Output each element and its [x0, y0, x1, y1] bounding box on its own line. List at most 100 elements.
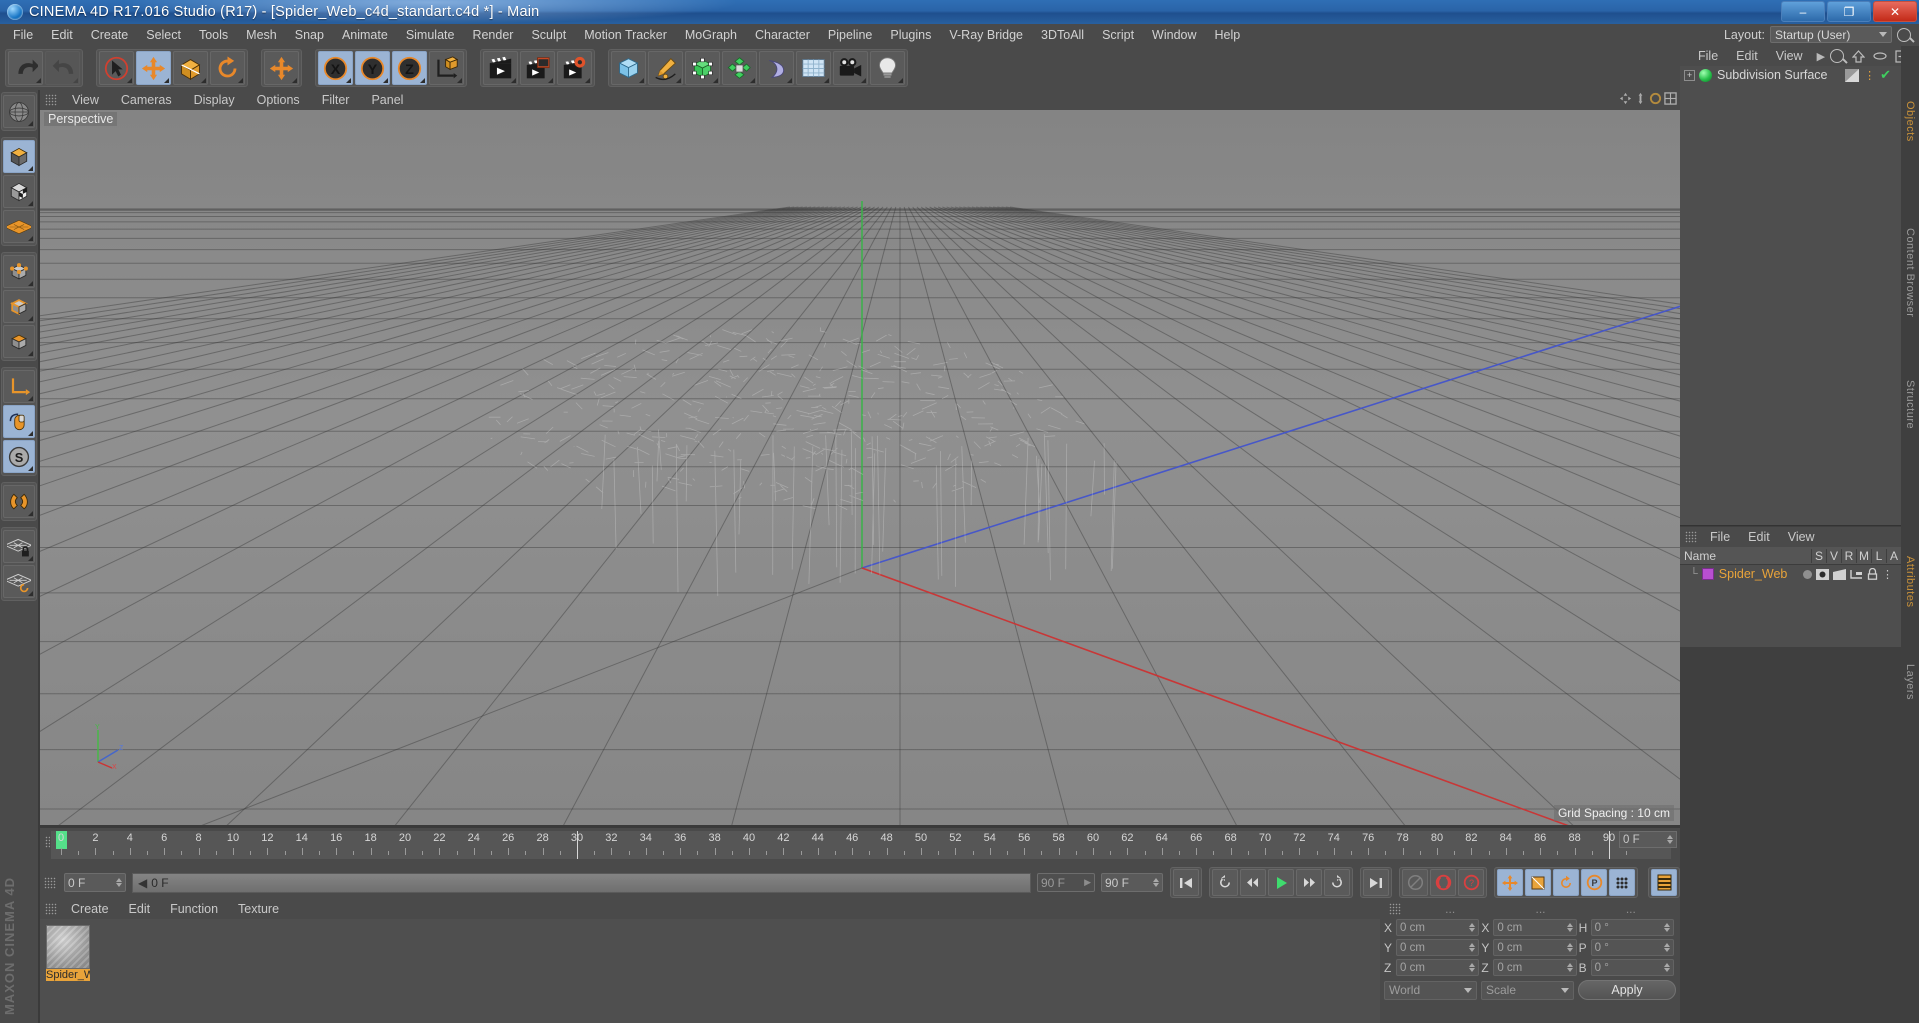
viewport-menu-cameras[interactable]: Cameras [110, 90, 183, 110]
material-menu-create[interactable]: Create [61, 899, 119, 919]
material-item[interactable]: Spider_W [46, 925, 90, 981]
up-arrow-icon[interactable] [1852, 49, 1866, 63]
lock-z-button[interactable]: Z [392, 51, 427, 85]
points-mode-button[interactable] [3, 255, 35, 288]
autokeying-button[interactable]: ? [1458, 869, 1484, 896]
move-view-icon[interactable] [1619, 92, 1632, 105]
menu-item-edit[interactable]: Edit [42, 24, 82, 46]
menu-item-simulate[interactable]: Simulate [397, 24, 464, 46]
spinner-icon[interactable] [1566, 963, 1573, 972]
menu-item-script[interactable]: Script [1093, 24, 1143, 46]
scale-view-icon[interactable] [1634, 92, 1647, 105]
viewport-menu-display[interactable]: Display [183, 90, 246, 110]
spinner-icon[interactable] [116, 878, 122, 887]
autokey-button[interactable] [1402, 869, 1428, 896]
workplane-rotate-button[interactable] [3, 565, 35, 598]
move-button[interactable] [136, 51, 171, 85]
lock-y-button[interactable]: Y [355, 51, 390, 85]
timeline-ruler[interactable]: 0246810121416182022242628303234363840424… [50, 830, 1672, 860]
menu-item-mograph[interactable]: MoGraph [676, 24, 746, 46]
panel-grip-icon[interactable] [1685, 531, 1697, 543]
visible-flag-icon[interactable] [1816, 568, 1829, 580]
menu-item-animate[interactable]: Animate [333, 24, 397, 46]
layout-dropdown[interactable]: Startup (User) [1770, 26, 1892, 43]
coord-field-size-0[interactable]: 0 cm [1493, 919, 1577, 936]
spinner-icon[interactable] [1667, 835, 1673, 844]
magnet-button[interactable] [3, 485, 35, 518]
coord-field-rotation-0[interactable]: 0 ° [1590, 919, 1674, 936]
add-deformer-button[interactable] [759, 51, 794, 85]
attributes-tab[interactable]: Attributes [1901, 527, 1919, 637]
play-reverse-loop-button[interactable] [1212, 869, 1238, 896]
spinner-icon[interactable] [1663, 923, 1670, 932]
material-thumbnail[interactable] [46, 925, 90, 969]
ellipse-icon[interactable] [1873, 51, 1887, 61]
material-menu-edit[interactable]: Edit [119, 899, 161, 919]
material-menu-texture[interactable]: Texture [228, 899, 289, 919]
preview-end-field[interactable]: 90 F ▶ [1037, 873, 1095, 892]
attribute-manager-menu-edit[interactable]: Edit [1739, 527, 1779, 547]
play-loop-button[interactable] [1324, 869, 1350, 896]
coordinate-mode-dropdown[interactable]: Scale [1481, 980, 1574, 1000]
edges-mode-button[interactable] [3, 290, 35, 323]
coord-field-position-2[interactable]: 0 cm [1396, 959, 1480, 976]
coordinate-system-dropdown[interactable]: World [1384, 980, 1477, 1000]
menu-item-v-ray-bridge[interactable]: V-Ray Bridge [940, 24, 1032, 46]
start-frame-field[interactable]: 0 F [64, 873, 126, 892]
menu-item-snap[interactable]: Snap [286, 24, 333, 46]
close-button[interactable]: ✕ [1873, 1, 1917, 22]
menu-item-motion-tracker[interactable]: Motion Tracker [575, 24, 676, 46]
object-manager-menu-view[interactable]: View [1767, 46, 1812, 66]
lock-x-button[interactable]: X [318, 51, 353, 85]
expand-toggle-icon[interactable]: + [1684, 69, 1695, 81]
coord-field-position-1[interactable]: 0 cm [1396, 939, 1480, 956]
solo-flag-icon[interactable] [1803, 569, 1812, 579]
key-scale-button[interactable] [1525, 869, 1551, 896]
viewport-menu-view[interactable]: View [61, 90, 110, 110]
key-parameter-button[interactable]: P [1581, 869, 1607, 896]
model-mode-button[interactable] [3, 175, 35, 208]
add-scene-object-button[interactable] [796, 51, 831, 85]
panel-grip-icon[interactable] [45, 903, 57, 915]
scale-button[interactable] [173, 51, 208, 85]
objects-tab[interactable]: Objects [1901, 46, 1919, 196]
spinner-icon[interactable] [1566, 943, 1573, 952]
workplane-lock-button[interactable] [3, 530, 35, 563]
viewport-menu-panel[interactable]: Panel [360, 90, 414, 110]
record-active-objects-button[interactable] [1430, 869, 1456, 896]
viewport-menu-filter[interactable]: Filter [311, 90, 361, 110]
four-view-icon[interactable] [1664, 92, 1677, 105]
add-cube-button[interactable] [611, 51, 646, 85]
spinner-icon[interactable] [1469, 963, 1476, 972]
render-view-button[interactable] [483, 51, 518, 85]
material-menu-function[interactable]: Function [160, 899, 228, 919]
menu-item-tools[interactable]: Tools [190, 24, 237, 46]
go-to-end-button[interactable] [1363, 869, 1389, 896]
enable-snap-button[interactable]: S [3, 440, 35, 473]
object-tree-list[interactable]: + Subdivision Surface ⋮ ✔ [1680, 66, 1901, 525]
coord-field-rotation-1[interactable]: 0 ° [1590, 939, 1674, 956]
key-point-level-button[interactable] [1609, 869, 1635, 896]
menu-item-mesh[interactable]: Mesh [237, 24, 286, 46]
structure-tab[interactable]: Structure [1901, 350, 1919, 460]
panel-grip-icon[interactable] [1389, 903, 1401, 915]
live-selection-button[interactable] [99, 51, 134, 85]
spinner-icon[interactable] [1153, 878, 1159, 887]
menu-item-render[interactable]: Render [463, 24, 522, 46]
render-to-picture-viewer-button[interactable] [520, 51, 555, 85]
go-to-start-button[interactable] [1173, 869, 1199, 896]
make-editable-button[interactable] [3, 140, 35, 173]
undo-button[interactable] [8, 51, 43, 85]
object-axis-button[interactable] [3, 370, 35, 403]
content-browser-tab[interactable]: Content Browser [1901, 198, 1919, 348]
coordinate-system-button[interactable] [429, 51, 464, 85]
viewport-menu-options[interactable]: Options [246, 90, 311, 110]
coord-field-size-2[interactable]: 0 cm [1493, 959, 1577, 976]
material-list[interactable]: Spider_W [40, 919, 1380, 1023]
key-position-button[interactable] [1497, 869, 1523, 896]
undo-view-button[interactable] [3, 95, 35, 128]
add-generator-button[interactable] [685, 51, 720, 85]
document-end-field[interactable]: 90 F [1101, 873, 1163, 892]
attribute-row[interactable]: └ Spider_Web ⋮ [1680, 565, 1901, 583]
animation-layout-button[interactable] [1651, 869, 1677, 896]
